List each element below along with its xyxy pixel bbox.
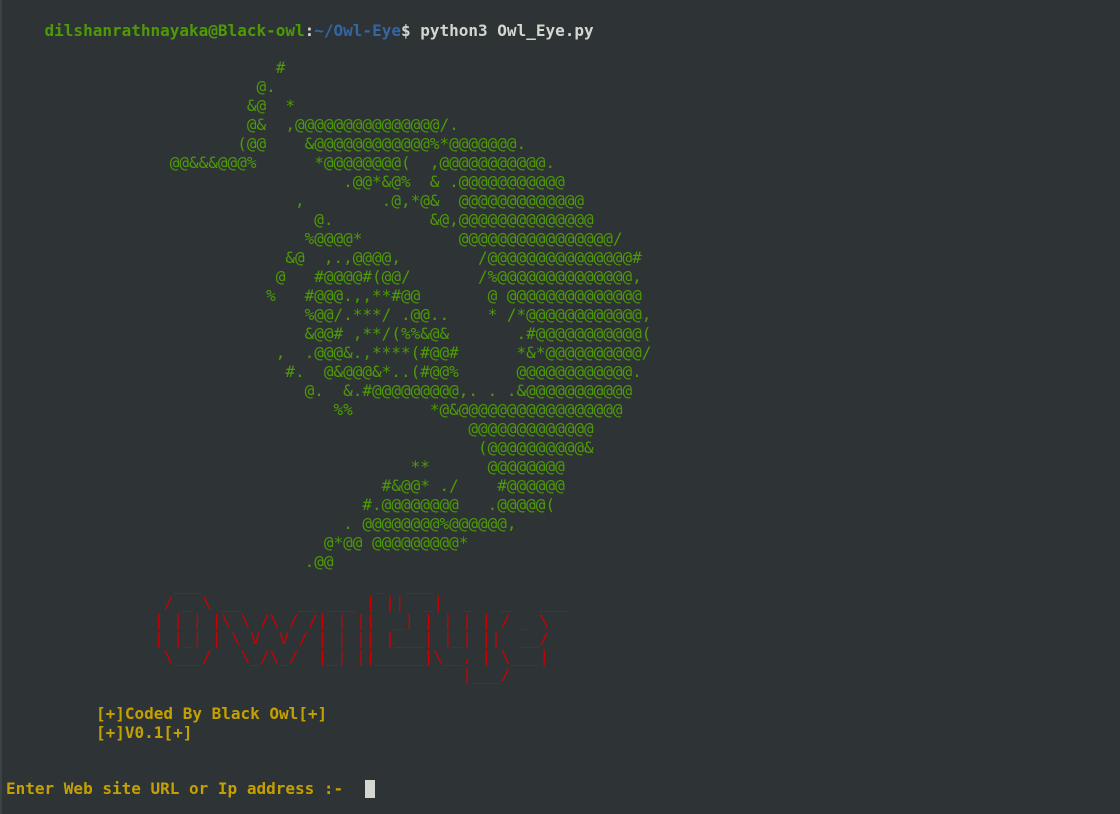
credits-block: [+]Coded By Black Owl[+] [+]V0.1[+] [96,704,327,742]
credits-author: [+]Coded By Black Owl[+] [96,704,328,723]
text-cursor [364,780,375,798]
owl-eye-ascii-logo: ___ _ ___ / _ \ __ __ ___ | || _| _ _ __… [154,575,569,684]
owl-ascii-art: # @. &@ * @& ,@@@@@@@@@@@@@@@/. (@@ &@@@… [169,58,652,571]
prompt-command: python3 Owl_Eye.py [420,21,594,40]
terminal-window[interactable]: dilshanrathnayaka@Black-owl:~/Owl-Eye$ p… [0,0,1120,814]
prompt-user-host: dilshanrathnayaka@Black-owl [44,21,305,40]
prompt-symbol: $ [400,21,421,40]
prompt-path: ~/Owl-Eye [314,21,401,40]
prompt-separator: : [304,21,315,40]
shell-prompt: dilshanrathnayaka@Black-owl:~/Owl-Eye$ p… [6,1,594,40]
url-input-prompt[interactable]: Enter Web site URL or Ip address :- [6,779,375,799]
credits-version: [+]V0.1[+] [96,723,193,742]
url-input-label: Enter Web site URL or Ip address :- [6,779,353,798]
